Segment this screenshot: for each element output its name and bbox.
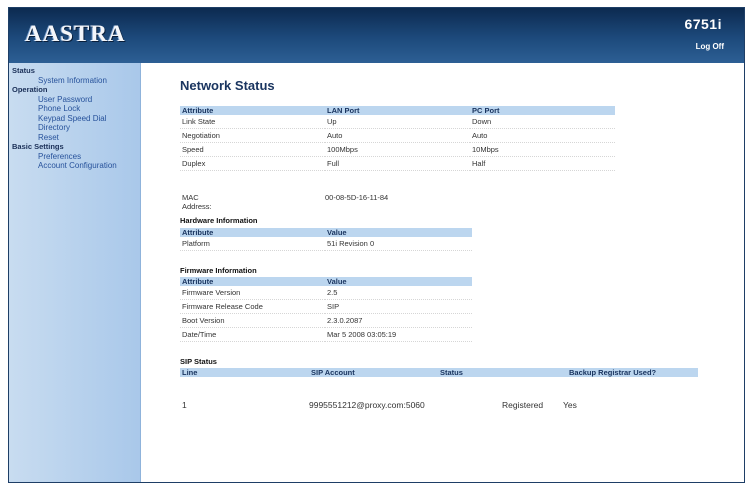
sidebar-group-basic-settings[interactable]: Basic Settings [9, 142, 140, 152]
firmware-section-title: Firmware Information [180, 266, 257, 275]
sidebar-item-system-information[interactable]: System Information [9, 76, 140, 86]
sip-status-table: Line SIP Account Status Backup Registrar… [180, 368, 698, 377]
column-header: Attribute [180, 228, 325, 237]
table-row: Platform 51i Revision 0 [180, 237, 472, 251]
sip-backup-registrar: Yes [563, 400, 577, 410]
table-cell: SIP [325, 299, 472, 314]
table-cell: 51i Revision 0 [325, 237, 472, 251]
table-cell: Full [325, 156, 470, 171]
table-cell: Boot Version [180, 313, 325, 328]
table-row: Firmware Release Code SIP [180, 299, 472, 314]
table-row: Speed 100Mbps 10Mbps [180, 142, 615, 157]
sidebar-item-account-configuration[interactable]: Account Configuration [9, 161, 140, 171]
sidebar-group-status[interactable]: Status [9, 66, 140, 76]
column-header: Backup Registrar Used? [567, 368, 698, 377]
sip-account: 9995551212@proxy.com:5060 [309, 400, 425, 410]
table-cell: Firmware Version [180, 286, 325, 300]
firmware-table: Attribute Value Firmware Version 2.5 Fir… [180, 277, 472, 342]
table-cell: 2.3.0.2087 [325, 313, 472, 328]
column-header: Attribute [180, 106, 325, 115]
page-title: Network Status [180, 78, 275, 93]
table-cell: Down [470, 115, 615, 129]
hardware-section-title: Hardware Information [180, 216, 258, 225]
table-cell: Half [470, 156, 615, 171]
sidebar-item-directory[interactable]: Directory [9, 123, 140, 133]
mac-address-value: 00-08-5D-16-11-84 [325, 193, 389, 202]
table-cell: Date/Time [180, 327, 325, 342]
table-row: Date/Time Mar 5 2008 03:05:19 [180, 327, 472, 342]
logoff-link[interactable]: Log Off [696, 42, 724, 51]
sip-line-number: 1 [182, 400, 187, 410]
table-cell: Link State [180, 115, 325, 129]
main-content: Network Status Attribute LAN Port PC Por… [174, 63, 744, 482]
table-cell: Platform [180, 237, 325, 251]
column-header: Status [438, 368, 567, 377]
sip-section-title: SIP Status [180, 357, 217, 366]
browser-frame: AASTRA 6751i Log Off Status System Infor… [8, 7, 745, 483]
aastra-logo: AASTRA [25, 21, 126, 46]
table-cell: 10Mbps [470, 142, 615, 157]
table-cell: Speed [180, 142, 325, 157]
table-cell: Auto [470, 128, 615, 143]
column-header: Value [325, 277, 472, 286]
table-cell: 100Mbps [325, 142, 470, 157]
table-row: Firmware Version 2.5 [180, 286, 472, 300]
sidebar-item-keypad-speed-dial[interactable]: Keypad Speed Dial [9, 114, 140, 124]
sidebar-item-preferences[interactable]: Preferences [9, 152, 140, 162]
column-header: Value [325, 228, 472, 237]
table-row: Boot Version 2.3.0.2087 [180, 313, 472, 328]
column-header: Attribute [180, 277, 325, 286]
table-cell: Duplex [180, 156, 325, 171]
sidebar-item-user-password[interactable]: User Password [9, 95, 140, 105]
column-header: SIP Account [309, 368, 438, 377]
column-header: PC Port [470, 106, 615, 115]
table-cell: Up [325, 115, 470, 129]
header-bar: AASTRA 6751i Log Off [9, 8, 744, 63]
sidebar-nav: Status System Information Operation User… [9, 63, 141, 482]
table-cell: Negotiation [180, 128, 325, 143]
table-row: Negotiation Auto Auto [180, 128, 615, 143]
hardware-table: Attribute Value Platform 51i Revision 0 [180, 228, 472, 251]
sidebar-item-reset[interactable]: Reset [9, 133, 140, 143]
table-cell: Mar 5 2008 03:05:19 [325, 327, 472, 342]
column-header: Line [180, 368, 309, 377]
table-cell: Firmware Release Code [180, 299, 325, 314]
table-row: Duplex Full Half [180, 156, 615, 171]
sidebar-item-phone-lock[interactable]: Phone Lock [9, 104, 140, 114]
table-cell: 2.5 [325, 286, 472, 300]
table-cell: Auto [325, 128, 470, 143]
sidebar-group-operation[interactable]: Operation [9, 85, 140, 95]
mac-address-label: MAC Address: [182, 193, 212, 211]
table-row: Link State Up Down [180, 115, 615, 129]
network-status-table: Attribute LAN Port PC Port Link State Up… [180, 106, 615, 171]
sip-registration-status: Registered [502, 400, 544, 410]
model-label: 6751i [684, 16, 722, 32]
column-header: LAN Port [325, 106, 470, 115]
